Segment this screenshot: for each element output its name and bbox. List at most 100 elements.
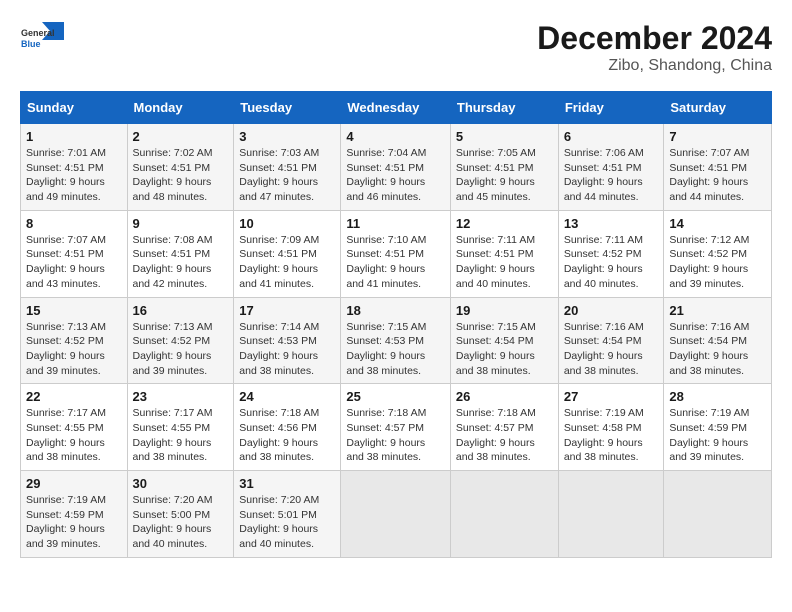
logo: General Blue bbox=[20, 20, 64, 56]
day-info: Sunrise: 7:07 AMSunset: 4:51 PMDaylight:… bbox=[26, 234, 106, 290]
calendar-cell: 20 Sunrise: 7:16 AMSunset: 4:54 PMDaylig… bbox=[558, 297, 664, 384]
day-info: Sunrise: 7:20 AMSunset: 5:01 PMDaylight:… bbox=[239, 494, 319, 550]
calendar-cell: 1 Sunrise: 7:01 AMSunset: 4:51 PMDayligh… bbox=[21, 124, 128, 211]
day-number: 18 bbox=[346, 303, 445, 318]
calendar-cell: 9 Sunrise: 7:08 AMSunset: 4:51 PMDayligh… bbox=[127, 210, 234, 297]
calendar-cell: 3 Sunrise: 7:03 AMSunset: 4:51 PMDayligh… bbox=[234, 124, 341, 211]
calendar-cell bbox=[450, 471, 558, 558]
calendar-day-header: Friday bbox=[558, 92, 664, 124]
calendar-week-row: 29 Sunrise: 7:19 AMSunset: 4:59 PMDaylig… bbox=[21, 471, 772, 558]
day-number: 28 bbox=[669, 389, 766, 404]
title-section: December 2024 Zibo, Shandong, China bbox=[537, 20, 772, 75]
calendar-cell: 23 Sunrise: 7:17 AMSunset: 4:55 PMDaylig… bbox=[127, 384, 234, 471]
day-info: Sunrise: 7:18 AMSunset: 4:57 PMDaylight:… bbox=[346, 407, 426, 463]
day-number: 22 bbox=[26, 389, 122, 404]
calendar-cell: 30 Sunrise: 7:20 AMSunset: 5:00 PMDaylig… bbox=[127, 471, 234, 558]
day-number: 8 bbox=[26, 216, 122, 231]
day-number: 16 bbox=[133, 303, 229, 318]
day-info: Sunrise: 7:12 AMSunset: 4:52 PMDaylight:… bbox=[669, 234, 749, 290]
calendar-cell: 6 Sunrise: 7:06 AMSunset: 4:51 PMDayligh… bbox=[558, 124, 664, 211]
day-info: Sunrise: 7:13 AMSunset: 4:52 PMDaylight:… bbox=[26, 321, 106, 377]
calendar-cell: 13 Sunrise: 7:11 AMSunset: 4:52 PMDaylig… bbox=[558, 210, 664, 297]
calendar-cell bbox=[341, 471, 451, 558]
day-number: 30 bbox=[133, 476, 229, 491]
day-number: 21 bbox=[669, 303, 766, 318]
svg-text:General: General bbox=[21, 28, 55, 38]
day-info: Sunrise: 7:15 AMSunset: 4:54 PMDaylight:… bbox=[456, 321, 536, 377]
day-info: Sunrise: 7:14 AMSunset: 4:53 PMDaylight:… bbox=[239, 321, 319, 377]
day-info: Sunrise: 7:05 AMSunset: 4:51 PMDaylight:… bbox=[456, 147, 536, 203]
calendar-day-header: Wednesday bbox=[341, 92, 451, 124]
svg-text:Blue: Blue bbox=[21, 39, 41, 49]
day-number: 15 bbox=[26, 303, 122, 318]
day-info: Sunrise: 7:18 AMSunset: 4:56 PMDaylight:… bbox=[239, 407, 319, 463]
day-number: 3 bbox=[239, 129, 335, 144]
day-info: Sunrise: 7:01 AMSunset: 4:51 PMDaylight:… bbox=[26, 147, 106, 203]
day-info: Sunrise: 7:11 AMSunset: 4:52 PMDaylight:… bbox=[564, 234, 643, 290]
day-number: 9 bbox=[133, 216, 229, 231]
calendar-cell: 19 Sunrise: 7:15 AMSunset: 4:54 PMDaylig… bbox=[450, 297, 558, 384]
calendar-cell: 25 Sunrise: 7:18 AMSunset: 4:57 PMDaylig… bbox=[341, 384, 451, 471]
calendar-cell: 10 Sunrise: 7:09 AMSunset: 4:51 PMDaylig… bbox=[234, 210, 341, 297]
day-info: Sunrise: 7:16 AMSunset: 4:54 PMDaylight:… bbox=[564, 321, 644, 377]
day-info: Sunrise: 7:03 AMSunset: 4:51 PMDaylight:… bbox=[239, 147, 319, 203]
day-number: 24 bbox=[239, 389, 335, 404]
day-info: Sunrise: 7:08 AMSunset: 4:51 PMDaylight:… bbox=[133, 234, 213, 290]
day-number: 2 bbox=[133, 129, 229, 144]
page-header: General Blue December 2024 Zibo, Shandon… bbox=[20, 20, 772, 75]
calendar-cell: 18 Sunrise: 7:15 AMSunset: 4:53 PMDaylig… bbox=[341, 297, 451, 384]
calendar-header-row: SundayMondayTuesdayWednesdayThursdayFrid… bbox=[21, 92, 772, 124]
day-number: 5 bbox=[456, 129, 553, 144]
day-info: Sunrise: 7:04 AMSunset: 4:51 PMDaylight:… bbox=[346, 147, 426, 203]
calendar-cell: 31 Sunrise: 7:20 AMSunset: 5:01 PMDaylig… bbox=[234, 471, 341, 558]
calendar-cell: 21 Sunrise: 7:16 AMSunset: 4:54 PMDaylig… bbox=[664, 297, 772, 384]
day-info: Sunrise: 7:07 AMSunset: 4:51 PMDaylight:… bbox=[669, 147, 749, 203]
day-info: Sunrise: 7:17 AMSunset: 4:55 PMDaylight:… bbox=[133, 407, 213, 463]
calendar-day-header: Tuesday bbox=[234, 92, 341, 124]
calendar-week-row: 22 Sunrise: 7:17 AMSunset: 4:55 PMDaylig… bbox=[21, 384, 772, 471]
calendar-cell: 7 Sunrise: 7:07 AMSunset: 4:51 PMDayligh… bbox=[664, 124, 772, 211]
calendar-cell: 12 Sunrise: 7:11 AMSunset: 4:51 PMDaylig… bbox=[450, 210, 558, 297]
day-number: 23 bbox=[133, 389, 229, 404]
day-info: Sunrise: 7:16 AMSunset: 4:54 PMDaylight:… bbox=[669, 321, 749, 377]
day-info: Sunrise: 7:09 AMSunset: 4:51 PMDaylight:… bbox=[239, 234, 319, 290]
calendar-cell: 2 Sunrise: 7:02 AMSunset: 4:51 PMDayligh… bbox=[127, 124, 234, 211]
calendar-cell: 8 Sunrise: 7:07 AMSunset: 4:51 PMDayligh… bbox=[21, 210, 128, 297]
calendar-cell: 14 Sunrise: 7:12 AMSunset: 4:52 PMDaylig… bbox=[664, 210, 772, 297]
day-number: 20 bbox=[564, 303, 659, 318]
day-number: 25 bbox=[346, 389, 445, 404]
day-number: 10 bbox=[239, 216, 335, 231]
page-title: December 2024 bbox=[537, 20, 772, 57]
calendar-cell bbox=[558, 471, 664, 558]
calendar-day-header: Sunday bbox=[21, 92, 128, 124]
day-number: 6 bbox=[564, 129, 659, 144]
day-number: 13 bbox=[564, 216, 659, 231]
day-number: 11 bbox=[346, 216, 445, 231]
calendar-cell: 24 Sunrise: 7:18 AMSunset: 4:56 PMDaylig… bbox=[234, 384, 341, 471]
calendar-cell: 28 Sunrise: 7:19 AMSunset: 4:59 PMDaylig… bbox=[664, 384, 772, 471]
day-number: 14 bbox=[669, 216, 766, 231]
calendar-day-header: Thursday bbox=[450, 92, 558, 124]
calendar-cell: 29 Sunrise: 7:19 AMSunset: 4:59 PMDaylig… bbox=[21, 471, 128, 558]
day-number: 19 bbox=[456, 303, 553, 318]
day-info: Sunrise: 7:19 AMSunset: 4:59 PMDaylight:… bbox=[669, 407, 749, 463]
day-info: Sunrise: 7:19 AMSunset: 4:59 PMDaylight:… bbox=[26, 494, 106, 550]
day-info: Sunrise: 7:06 AMSunset: 4:51 PMDaylight:… bbox=[564, 147, 644, 203]
day-info: Sunrise: 7:15 AMSunset: 4:53 PMDaylight:… bbox=[346, 321, 426, 377]
day-info: Sunrise: 7:02 AMSunset: 4:51 PMDaylight:… bbox=[133, 147, 213, 203]
calendar-cell: 16 Sunrise: 7:13 AMSunset: 4:52 PMDaylig… bbox=[127, 297, 234, 384]
day-info: Sunrise: 7:19 AMSunset: 4:58 PMDaylight:… bbox=[564, 407, 644, 463]
calendar-cell: 11 Sunrise: 7:10 AMSunset: 4:51 PMDaylig… bbox=[341, 210, 451, 297]
calendar-cell: 27 Sunrise: 7:19 AMSunset: 4:58 PMDaylig… bbox=[558, 384, 664, 471]
calendar-week-row: 15 Sunrise: 7:13 AMSunset: 4:52 PMDaylig… bbox=[21, 297, 772, 384]
day-info: Sunrise: 7:17 AMSunset: 4:55 PMDaylight:… bbox=[26, 407, 106, 463]
day-number: 27 bbox=[564, 389, 659, 404]
logo-icon: General Blue bbox=[20, 20, 64, 56]
day-number: 29 bbox=[26, 476, 122, 491]
calendar-cell: 4 Sunrise: 7:04 AMSunset: 4:51 PMDayligh… bbox=[341, 124, 451, 211]
calendar-cell: 5 Sunrise: 7:05 AMSunset: 4:51 PMDayligh… bbox=[450, 124, 558, 211]
day-info: Sunrise: 7:20 AMSunset: 5:00 PMDaylight:… bbox=[133, 494, 213, 550]
calendar-cell bbox=[664, 471, 772, 558]
day-info: Sunrise: 7:10 AMSunset: 4:51 PMDaylight:… bbox=[346, 234, 426, 290]
day-info: Sunrise: 7:11 AMSunset: 4:51 PMDaylight:… bbox=[456, 234, 535, 290]
